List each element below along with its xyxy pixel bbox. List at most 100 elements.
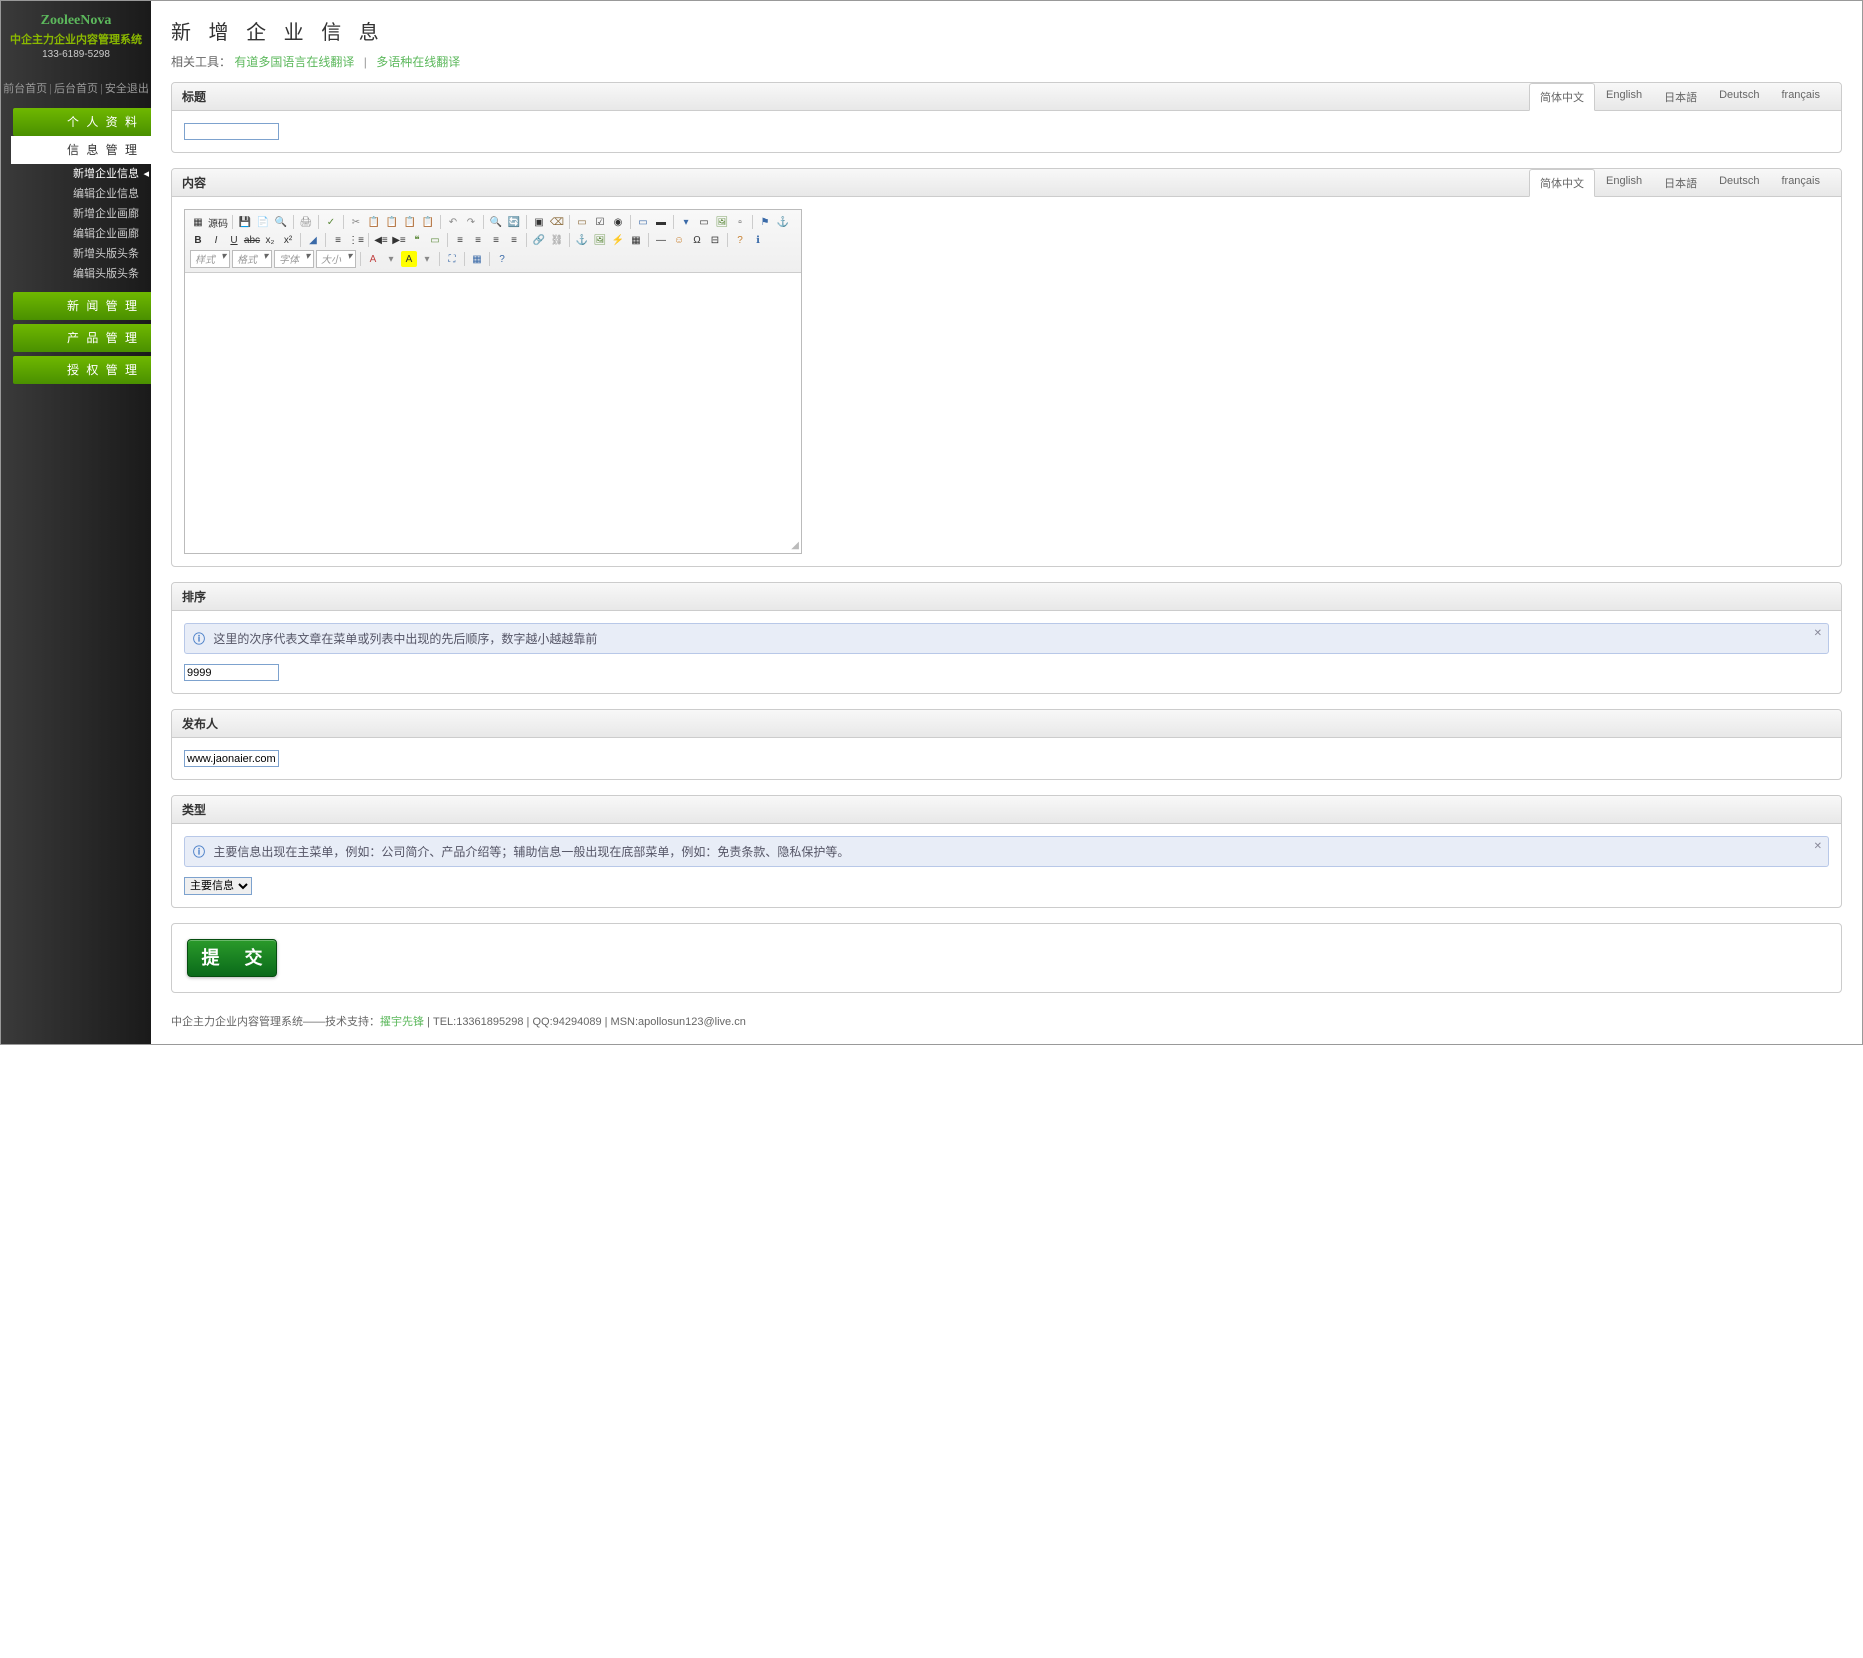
outdent-icon[interactable]: ◀≡ xyxy=(373,232,389,248)
publisher-input[interactable] xyxy=(184,750,279,767)
tool-link-youdao[interactable]: 有道多国语言在线翻译 xyxy=(234,55,354,69)
align-right-icon[interactable]: ≡ xyxy=(488,232,504,248)
resize-handle[interactable]: ◢ xyxy=(791,540,799,551)
size-combo[interactable]: 大小 xyxy=(316,250,356,268)
bgcolor-drop-icon[interactable]: ▾ xyxy=(419,251,435,267)
lang-tab-zh[interactable]: 简体中文 xyxy=(1529,83,1595,111)
nav-profile[interactable]: 个 人 资 料 xyxy=(13,108,151,136)
flash-icon[interactable]: ⚡ xyxy=(610,232,626,248)
link-logout[interactable]: 安全退出 xyxy=(105,83,149,95)
italic-icon[interactable]: I xyxy=(208,232,224,248)
help-icon[interactable]: ? xyxy=(732,232,748,248)
image-icon[interactable]: 🖼 xyxy=(714,214,730,230)
nav-add-headline[interactable]: 新增头版头条 xyxy=(1,244,151,264)
save-icon[interactable]: 💾 xyxy=(237,214,253,230)
nav-info-mgmt[interactable]: 信 息 管 理 xyxy=(11,136,151,164)
unlink-icon[interactable]: ⛓ xyxy=(549,232,565,248)
bullist-icon[interactable]: ⋮≡ xyxy=(348,232,364,248)
close-icon[interactable]: ✕ xyxy=(1814,628,1822,639)
anchor-icon[interactable]: ⚓ xyxy=(775,214,791,230)
button-icon[interactable]: ▭ xyxy=(696,214,712,230)
nav-add-gallery[interactable]: 新增企业画廊 xyxy=(1,204,151,224)
sort-input[interactable] xyxy=(184,664,279,681)
textcolor-drop-icon[interactable]: ▾ xyxy=(383,251,399,267)
lang-tab-fr-2[interactable]: français xyxy=(1770,169,1831,196)
lang-tab-zh-2[interactable]: 简体中文 xyxy=(1529,169,1595,197)
copy-icon[interactable]: 📋 xyxy=(366,214,382,230)
indent-icon[interactable]: ▶≡ xyxy=(391,232,407,248)
sub-icon[interactable]: x₂ xyxy=(262,232,278,248)
nav-edit-company-info[interactable]: 编辑企业信息 xyxy=(1,184,151,204)
editor-body[interactable]: ◢ xyxy=(185,273,801,553)
textfield-icon[interactable]: ▭ xyxy=(635,214,651,230)
nav-news-mgmt[interactable]: 新 闻 管 理 xyxy=(13,292,151,320)
radio-icon[interactable]: ◉ xyxy=(610,214,626,230)
textarea-icon[interactable]: ▬ xyxy=(653,214,669,230)
footer-link[interactable]: 擢宇先锋 xyxy=(380,1016,424,1028)
pagebreak-icon[interactable]: ⊟ xyxy=(707,232,723,248)
nav-edit-headline[interactable]: 编辑头版头条 xyxy=(1,264,151,284)
undo-icon[interactable]: ↶ xyxy=(445,214,461,230)
print-icon[interactable]: 🖨 xyxy=(298,214,314,230)
selectall-icon[interactable]: ▣ xyxy=(531,214,547,230)
link-icon[interactable]: 🔗 xyxy=(531,232,547,248)
img-icon[interactable]: 🖼 xyxy=(592,232,608,248)
title-input[interactable] xyxy=(184,123,279,140)
nav-add-company-info[interactable]: 新增企业信息 xyxy=(1,164,151,184)
nav-edit-gallery[interactable]: 编辑企业画廊 xyxy=(1,224,151,244)
strike-icon[interactable]: abc xyxy=(244,232,260,248)
source-button[interactable]: 源码 xyxy=(208,215,228,230)
find-icon[interactable]: 🔍 xyxy=(488,214,504,230)
lang-tab-en-2[interactable]: English xyxy=(1595,169,1653,196)
table-icon[interactable]: ▦ xyxy=(628,232,644,248)
align-left-icon[interactable]: ≡ xyxy=(452,232,468,248)
maximize-icon[interactable]: ⛶ xyxy=(444,251,460,267)
format-combo[interactable]: 格式 xyxy=(232,250,272,268)
preview-icon[interactable]: 🔍 xyxy=(273,214,289,230)
textcolor-icon[interactable]: A xyxy=(365,251,381,267)
align-justify-icon[interactable]: ≡ xyxy=(506,232,522,248)
lang-tab-jp-2[interactable]: 日本語 xyxy=(1653,169,1708,196)
hr-icon[interactable]: — xyxy=(653,232,669,248)
lang-tab-de-2[interactable]: Deutsch xyxy=(1708,169,1770,196)
spell-icon[interactable]: ✓ xyxy=(323,214,339,230)
lang-tab-fr[interactable]: français xyxy=(1770,83,1831,110)
checkbox-icon[interactable]: ☑ xyxy=(592,214,608,230)
link-frontend[interactable]: 前台首页 xyxy=(3,83,47,95)
bgcolor-icon[interactable]: A xyxy=(401,251,417,267)
tool-link-multi[interactable]: 多语种在线翻译 xyxy=(376,55,460,69)
select-icon[interactable]: ▾ xyxy=(678,214,694,230)
paste-icon[interactable]: 📋 xyxy=(384,214,400,230)
source-icon[interactable]: ▦ xyxy=(190,214,206,230)
smiley-icon[interactable]: ☺ xyxy=(671,232,687,248)
close-icon-2[interactable]: ✕ xyxy=(1814,841,1822,852)
about-icon[interactable]: ℹ xyxy=(750,232,766,248)
showblocks-icon[interactable]: ▦ xyxy=(469,251,485,267)
char-icon[interactable]: Ω xyxy=(689,232,705,248)
eraser-icon[interactable]: ◢ xyxy=(305,232,321,248)
paste-text-icon[interactable]: 📋 xyxy=(402,214,418,230)
hidden-icon[interactable]: ▫ xyxy=(732,214,748,230)
paste-word-icon[interactable]: 📋 xyxy=(420,214,436,230)
sup-icon[interactable]: x² xyxy=(280,232,296,248)
nav-product-mgmt[interactable]: 产 品 管 理 xyxy=(13,324,151,352)
form-icon[interactable]: ▭ xyxy=(574,214,590,230)
lang-tab-jp[interactable]: 日本語 xyxy=(1653,83,1708,110)
replace-icon[interactable]: 🔄 xyxy=(506,214,522,230)
underline-icon[interactable]: U xyxy=(226,232,242,248)
bold-icon[interactable]: B xyxy=(190,232,206,248)
cut-icon[interactable]: ✂ xyxy=(348,214,364,230)
submit-button[interactable]: 提 交 xyxy=(187,939,277,977)
nav-auth-mgmt[interactable]: 授 权 管 理 xyxy=(13,356,151,384)
redo-icon[interactable]: ↷ xyxy=(463,214,479,230)
numlist-icon[interactable]: ≡ xyxy=(330,232,346,248)
removefmt-icon[interactable]: ⌫ xyxy=(549,214,565,230)
flag-icon[interactable]: ⚑ xyxy=(757,214,773,230)
link-backend[interactable]: 后台首页 xyxy=(54,83,98,95)
lang-tab-en[interactable]: English xyxy=(1595,83,1653,110)
style-combo[interactable]: 样式 xyxy=(190,250,230,268)
align-center-icon[interactable]: ≡ xyxy=(470,232,486,248)
font-combo[interactable]: 字体 xyxy=(274,250,314,268)
newpage-icon[interactable]: 📄 xyxy=(255,214,271,230)
quote-icon[interactable]: ❝ xyxy=(409,232,425,248)
